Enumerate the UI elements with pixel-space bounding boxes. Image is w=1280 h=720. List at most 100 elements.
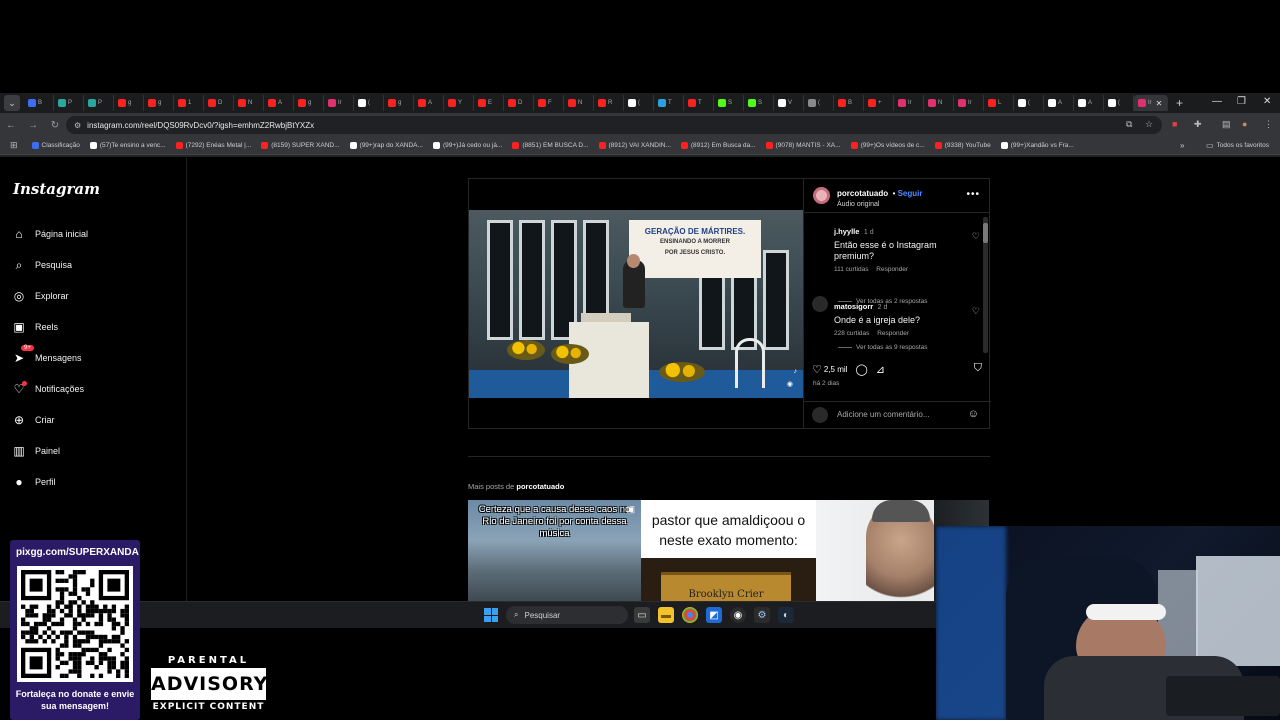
sidebar-icon[interactable]: ▤ — [1222, 119, 1231, 130]
browser-tab[interactable]: Ir — [324, 95, 354, 111]
back-icon[interactable]: ← — [0, 120, 22, 131]
author-avatar[interactable] — [813, 187, 830, 204]
browser-tab[interactable]: T — [684, 95, 714, 111]
browser-tab[interactable]: B — [24, 95, 54, 111]
taskbar-search[interactable]: ⌕ Pesquisar — [506, 606, 628, 624]
maximize-icon[interactable]: ❐ — [1237, 96, 1246, 107]
view-replies-button[interactable]: Ver todas as 9 respostas — [838, 344, 928, 351]
bookmark-item[interactable]: (7292) Enéas Metal |... — [175, 142, 251, 149]
commenter-avatar[interactable] — [812, 296, 828, 312]
browser-tab[interactable]: A — [1044, 95, 1074, 111]
tab-close-icon[interactable]: ✕ — [1156, 99, 1163, 108]
emoji-icon[interactable]: ☺ — [968, 408, 979, 420]
extension-icon[interactable]: ■ — [1172, 119, 1177, 129]
bookmark-item[interactable]: (9338) YouTube — [934, 142, 991, 149]
post-thumbnail[interactable]: Certeza que a causa desse caos no Rio de… — [468, 500, 641, 601]
browser-tab[interactable]: R — [594, 95, 624, 111]
reload-icon[interactable]: ↻ — [44, 120, 66, 131]
sidebar-item-dashboard[interactable]: ▥ Painel — [12, 441, 60, 461]
bookmark-item[interactable]: (99+)rap do XANDÃ... — [349, 142, 423, 149]
bookmark-item[interactable]: (8912) VAI XANDIN... — [598, 142, 671, 149]
browser-tab[interactable]: g — [144, 95, 174, 111]
sidebar-item-home[interactable]: ⌂ Página inicial — [12, 224, 88, 244]
file-explorer-icon[interactable]: ▬ — [658, 607, 674, 623]
like-icon[interactable]: ♡ — [812, 363, 822, 376]
browser-tab[interactable]: D — [204, 95, 234, 111]
minimize-icon[interactable]: — — [1212, 96, 1222, 107]
task-view-icon[interactable]: ▭ — [634, 607, 650, 623]
browser-tab[interactable]: N — [564, 95, 594, 111]
sidebar-item-search[interactable]: ⌕ Pesquisa — [12, 255, 72, 275]
browser-tab[interactable]: S — [744, 95, 774, 111]
comment-icon[interactable]: ◯ — [855, 363, 867, 376]
browser-tab[interactable]: g — [114, 95, 144, 111]
bookmark-item[interactable]: (8912) Em Busca da... — [680, 142, 756, 149]
comment-reply-button[interactable]: Responder — [876, 266, 908, 273]
sidebar-item-create[interactable]: ⊕ Criar — [12, 410, 55, 430]
browser-tab[interactable]: A — [264, 95, 294, 111]
browser-tab[interactable]: + — [864, 95, 894, 111]
browser-tab[interactable]: E — [474, 95, 504, 111]
comment-likes[interactable]: 111 curtidas — [834, 266, 868, 273]
tab-search-button[interactable]: ⌄ — [4, 95, 20, 111]
more-posts-username[interactable]: porcotatuado — [516, 482, 564, 491]
browser-tab[interactable]: P — [54, 95, 84, 111]
site-info-icon[interactable]: ⚙ — [74, 121, 81, 130]
save-icon[interactable]: ⛉ — [974, 362, 982, 375]
apps-grid-icon[interactable]: ⊞ — [10, 140, 18, 151]
browser-menu-icon[interactable]: ⋮ — [1264, 119, 1273, 130]
browser-tab[interactable]: Ir — [954, 95, 984, 111]
browser-tab[interactable]: 1 — [174, 95, 204, 111]
browser-tab[interactable]: Ir ✕ — [1134, 95, 1168, 111]
bookmark-item[interactable]: (8159) SUPER XAND... — [261, 142, 340, 149]
browser-tab[interactable]: F — [534, 95, 564, 111]
browser-tab[interactable]: g — [384, 95, 414, 111]
bookmark-item[interactable]: Classificação — [31, 142, 80, 149]
browser-tab[interactable]: ( — [624, 95, 654, 111]
settings-icon[interactable]: ⚙ — [754, 607, 770, 623]
author-username[interactable]: porcotatuado — [837, 189, 888, 198]
browser-tab[interactable]: P — [84, 95, 114, 111]
browser-tab[interactable]: S — [714, 95, 744, 111]
bookmark-star-icon[interactable]: ☆ — [1145, 119, 1153, 130]
extensions-puzzle-icon[interactable]: ✚ — [1194, 119, 1202, 130]
profile-avatar-icon[interactable]: ● — [1242, 119, 1247, 129]
browser-tab[interactable]: A — [414, 95, 444, 111]
store-icon[interactable]: ◩ — [706, 607, 722, 623]
forward-icon[interactable]: → — [22, 120, 44, 131]
obs-icon[interactable]: ◉ — [730, 607, 746, 623]
browser-tab[interactable]: Y — [444, 95, 474, 111]
bookmark-item[interactable]: (57)Te ensino a venc... — [89, 142, 166, 149]
browser-tab[interactable]: ( — [1014, 95, 1044, 111]
close-window-icon[interactable]: ✕ — [1263, 96, 1271, 107]
bookmark-item[interactable]: (8851) EM BUSCA D... — [512, 142, 589, 149]
browser-tab[interactable]: N — [924, 95, 954, 111]
bookmark-item[interactable]: (99+)Já cedo ou já... — [432, 142, 502, 149]
browser-tab[interactable]: L — [984, 95, 1014, 111]
steam-icon[interactable]: ◐ — [778, 607, 794, 623]
post-thumbnail[interactable]: pastor que amaldiçoou o neste exato mome… — [641, 500, 816, 601]
bookmark-item[interactable]: (99+)Xandão vs Fra... — [1000, 142, 1074, 149]
sidebar-item-profile[interactable]: ● Perfil — [12, 472, 55, 492]
browser-tab[interactable]: T — [654, 95, 684, 111]
chrome-icon[interactable] — [682, 607, 698, 623]
comment-username[interactable]: j.hyylle — [834, 227, 859, 236]
comments-scrollbar[interactable] — [983, 217, 988, 353]
browser-tab[interactable]: ( — [804, 95, 834, 111]
new-tab-button[interactable]: + — [1176, 96, 1183, 110]
browser-tab[interactable]: g — [294, 95, 324, 111]
bookmarks-overflow-icon[interactable]: » — [1180, 141, 1184, 150]
browser-tab[interactable]: Ir — [894, 95, 924, 111]
browser-tab[interactable]: ( — [354, 95, 384, 111]
comment-username[interactable]: matosigorr — [834, 302, 873, 311]
browser-tab[interactable]: ( — [1104, 95, 1134, 111]
browser-tab[interactable]: D — [504, 95, 534, 111]
comment-input[interactable]: Adicione um comentário... — [837, 410, 930, 419]
browser-tab[interactable]: V — [774, 95, 804, 111]
follow-button[interactable]: Seguir — [898, 189, 923, 198]
all-bookmarks-folder[interactable]: ▭ Todos os favoritos — [1206, 141, 1269, 150]
like-count[interactable]: 2,5 mil — [824, 365, 848, 374]
sidebar-item-reels[interactable]: ▣ Reels — [12, 317, 58, 337]
audio-label[interactable]: Áudio original — [837, 201, 923, 208]
browser-tab[interactable]: N — [234, 95, 264, 111]
